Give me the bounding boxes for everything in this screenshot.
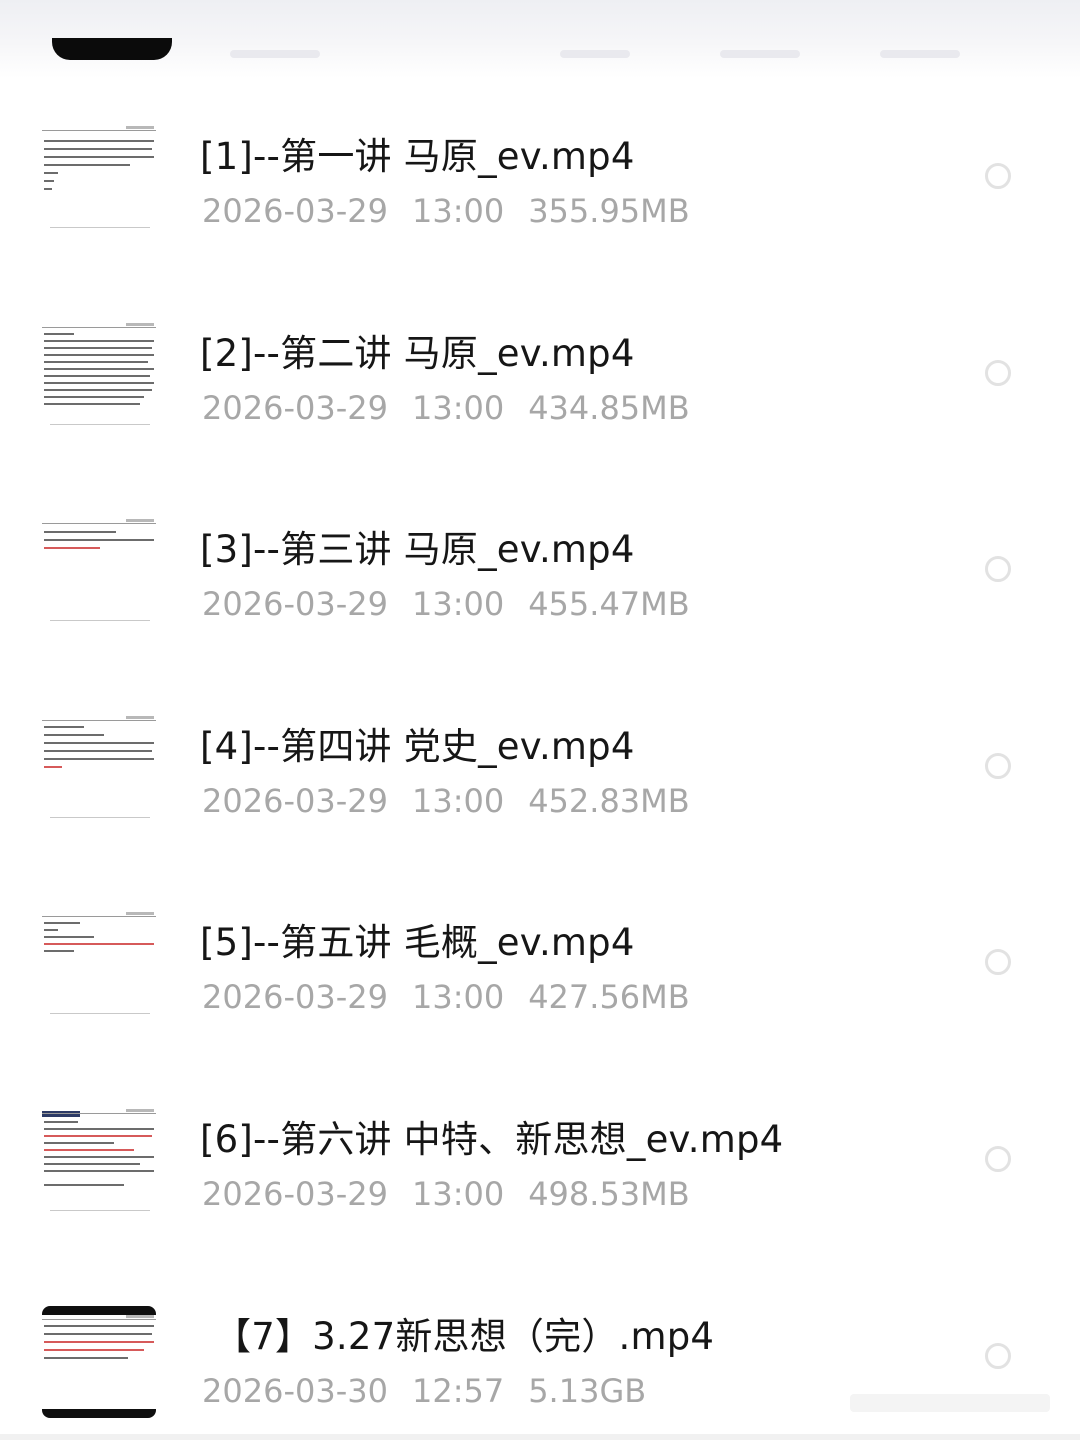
file-meta: 2026-03-29 13:00 427.56MB [202,978,714,1016]
document-thumbnail-icon [42,126,156,234]
file-size: 427.56MB [528,978,690,1017]
file-date: 2026-03-29 [202,781,388,820]
file-name: 【7】3.27新思想（完）.mp4 [214,1314,715,1358]
file-name: [1]--第一讲 马原_ev.mp4 [200,135,635,178]
file-size: 455.47MB [528,585,690,624]
file-meta: 2026-03-29 13:00 355.95MB [202,192,714,230]
bottom-edge [0,1434,1080,1440]
file-time: 13:00 [411,781,505,820]
select-radio[interactable] [985,359,1011,386]
select-radio[interactable] [985,1342,1011,1369]
file-date: 2026-03-29 [202,1174,388,1213]
file-meta: 2026-03-29 13:00 455.47MB [202,585,714,623]
file-list: [1]--第一讲 马原_ev.mp4 2026-03-29 13:00 355.95… [0,80,1080,1456]
file-row[interactable]: [6]--第六讲 中特、新思想_ev.mp4 2026-03-29 13:00 49… [0,1063,1080,1260]
top-tab-indicator [52,38,172,60]
file-meta: 2026-03-29 13:00 452.83MB [202,782,714,820]
file-time: 12:57 [411,1371,505,1410]
file-name: [4]--第四讲 党史_ev.mp4 [200,724,635,768]
file-date: 2026-03-29 [202,585,388,624]
file-size: 452.83MB [528,781,690,820]
file-time: 13:00 [411,192,505,230]
document-thumbnail-icon [42,1108,156,1217]
top-faint-tab [720,50,800,58]
file-row[interactable]: [3]--第三讲 马原_ev.mp4 2026-03-29 13:00 455.47… [0,473,1080,670]
file-time: 13:00 [411,388,505,427]
select-radio[interactable] [985,556,1011,583]
document-thumbnail-icon [42,1305,156,1418]
file-size: 498.53MB [528,1174,690,1213]
document-thumbnail-icon [42,715,156,824]
select-radio[interactable] [985,163,1011,189]
select-radio[interactable] [985,752,1011,779]
file-row[interactable]: 【7】3.27新思想（完）.mp4 2026-03-30 12:57 5.13GB [0,1260,1080,1456]
file-meta: 2026-03-30 12:57 5.13GB [202,1372,670,1410]
select-radio[interactable] [985,949,1011,976]
file-size: 355.95MB [528,192,690,230]
file-date: 2026-03-29 [202,388,388,427]
file-size: 5.13GB [528,1371,647,1410]
file-name: [6]--第六讲 中特、新思想_ev.mp4 [200,1117,784,1161]
top-faint-tab [230,50,320,58]
file-date: 2026-03-29 [202,192,388,230]
file-row[interactable]: [5]--第五讲 毛概_ev.mp4 2026-03-29 13:00 427.56… [0,866,1080,1063]
document-thumbnail-icon [42,912,156,1021]
file-row[interactable]: [4]--第四讲 党史_ev.mp4 2026-03-29 13:00 452.83… [0,670,1080,867]
file-size: 434.85MB [528,388,690,427]
file-date: 2026-03-29 [202,978,388,1017]
file-date: 2026-03-30 [202,1371,388,1410]
file-time: 13:00 [411,1174,505,1213]
document-thumbnail-icon [42,322,156,431]
top-faint-tab [880,50,960,58]
file-time: 13:00 [411,585,505,624]
file-row[interactable]: [1]--第一讲 马原_ev.mp4 2026-03-29 13:00 355.95… [0,80,1080,277]
watermark [850,1394,1050,1412]
top-faint-tab [560,50,630,58]
file-name: [5]--第五讲 毛概_ev.mp4 [200,921,635,965]
file-time: 13:00 [411,978,505,1017]
file-meta: 2026-03-29 13:00 498.53MB [202,1175,714,1213]
file-row[interactable]: [2]--第二讲 马原_ev.mp4 2026-03-29 13:00 434.85… [0,277,1080,474]
document-thumbnail-icon [42,519,156,628]
file-name: [2]--第二讲 马原_ev.mp4 [200,331,635,375]
select-radio[interactable] [985,1145,1011,1172]
file-name: [3]--第三讲 马原_ev.mp4 [200,528,635,572]
file-meta: 2026-03-29 13:00 434.85MB [202,389,714,427]
